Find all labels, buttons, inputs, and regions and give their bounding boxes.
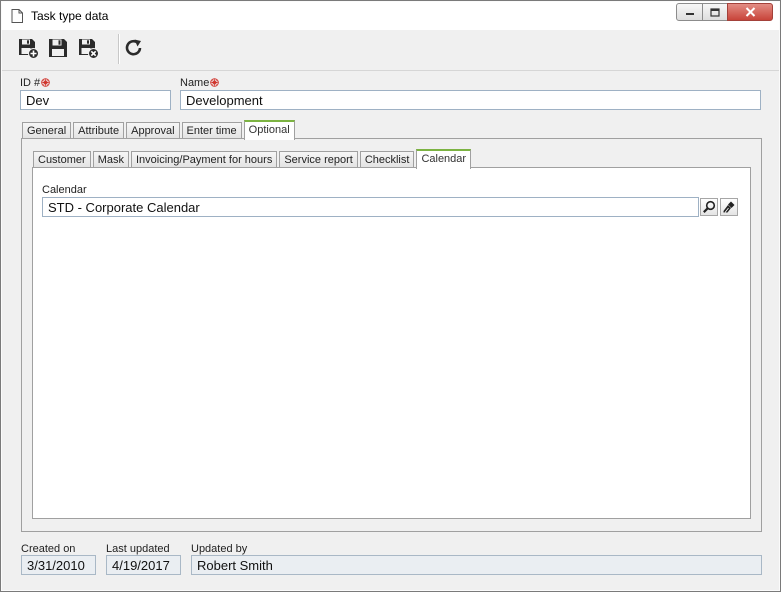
updated-by-field	[191, 555, 762, 575]
minimize-icon	[685, 13, 694, 15]
toolbar-separator	[118, 34, 120, 64]
tab-service-report[interactable]: Service report	[279, 151, 358, 168]
calendar-tab-panel	[32, 167, 751, 519]
name-input[interactable]	[180, 90, 761, 110]
name-label: Name	[180, 77, 220, 89]
task-type-window: Task type data ID # Dev Name Development…	[0, 0, 781, 592]
calendar-input[interactable]	[42, 197, 699, 217]
document-icon	[11, 9, 23, 23]
last-updated-label: Last updated	[106, 543, 170, 555]
close-button[interactable]	[727, 3, 773, 21]
save-new-icon	[19, 39, 39, 59]
tab-optional[interactable]: Optional	[243, 120, 295, 140]
created-on-label: Created on	[21, 543, 76, 555]
tab-approval[interactable]: Approval	[126, 122, 180, 139]
maximize-icon	[710, 7, 720, 17]
tab-enter-time[interactable]: Enter time	[181, 122, 242, 139]
calendar-clear-button[interactable]	[720, 198, 738, 216]
outer-tab-strip: General Attribute Approval Enter time Op…	[22, 119, 297, 140]
required-icon	[210, 78, 220, 87]
title-bar: Task type data	[2, 2, 779, 30]
tab-checklist[interactable]: Checklist	[359, 151, 415, 168]
last-updated-field	[106, 555, 181, 575]
save-and-new-button[interactable]	[17, 37, 39, 59]
tab-attribute[interactable]: Attribute	[73, 122, 125, 139]
tab-calendar[interactable]: Calendar	[416, 149, 472, 169]
id-label: ID #	[20, 77, 50, 89]
save-and-close-button[interactable]	[77, 37, 99, 59]
toolbar	[2, 30, 779, 71]
refresh-button[interactable]	[123, 37, 145, 59]
maximize-button[interactable]	[702, 3, 728, 21]
id-input[interactable]	[20, 90, 171, 110]
save-close-icon	[79, 39, 99, 59]
refresh-icon	[125, 39, 142, 56]
save-button[interactable]	[47, 37, 69, 59]
tab-invoicing-payment[interactable]: Invoicing/Payment for hours	[130, 151, 278, 168]
window-title: Task type data	[31, 9, 109, 23]
tab-mask[interactable]: Mask	[92, 151, 129, 168]
calendar-label: Calendar	[42, 184, 87, 196]
search-icon	[703, 200, 716, 213]
tab-customer[interactable]: Customer	[33, 151, 91, 168]
minimize-button[interactable]	[676, 3, 703, 21]
window-controls	[676, 3, 773, 21]
tab-general[interactable]: General	[22, 122, 72, 139]
clear-icon	[723, 201, 735, 213]
created-on-field	[21, 555, 96, 575]
updated-by-label: Updated by	[191, 543, 248, 555]
id-label-text: ID #	[20, 77, 41, 89]
close-icon	[745, 7, 755, 17]
calendar-search-button[interactable]	[700, 198, 718, 216]
save-icon	[49, 39, 67, 57]
required-icon	[41, 78, 50, 87]
inner-tab-strip: Customer Mask Invoicing/Payment for hour…	[33, 148, 473, 169]
name-label-text: Name	[180, 77, 210, 89]
